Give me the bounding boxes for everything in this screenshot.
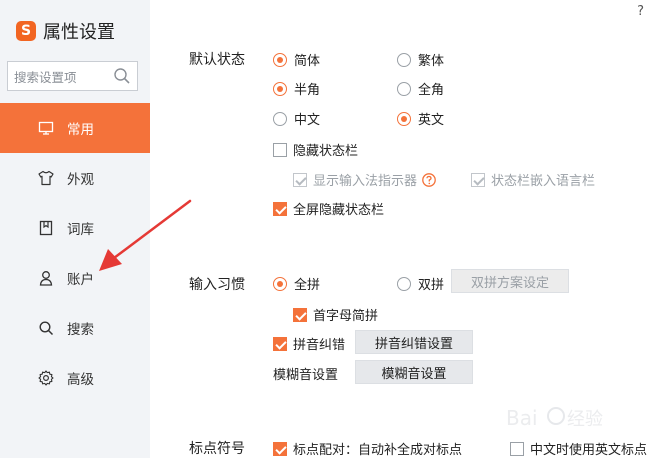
sidebar-item-label: 词库 [67,222,94,238]
sidebar-item-label: 搜索 [67,322,94,338]
checkbox-show-indicator: 显示输入法指示器 [293,170,436,189]
sidebar-item-dictionary[interactable]: 词库 [0,203,150,253]
user-icon [39,271,53,286]
checkbox-control[interactable] [273,201,287,216]
checkbox-label: 拼音纠错 [293,338,346,353]
radio-control[interactable] [273,276,287,291]
radio-label: 简体 [294,54,321,69]
radio-control[interactable] [273,81,287,96]
checkbox-control[interactable] [293,307,307,322]
checkbox-label: 全屏隐藏状态栏 [293,203,385,218]
checkbox-fullscreen-hide[interactable]: 全屏隐藏状态栏 [273,199,384,218]
radio-traditional[interactable]: 繁体 [397,50,444,69]
svg-text:Bai: Bai [506,406,538,430]
svg-text:经验: 经验 [567,409,603,430]
app-logo: S 属性设置 [16,18,115,44]
radio-control[interactable] [397,111,411,126]
radio-double-pinyin[interactable]: 双拼 [397,274,444,293]
checkbox-label: 中文时使用英文标点 [530,443,648,458]
section-input-habit: 输入习惯 [189,277,245,293]
help-button[interactable]: ? [637,4,644,19]
radio-full-width[interactable]: 全角 [397,79,444,98]
checkbox-embed-language-bar: 状态栏嵌入语言栏 [471,170,595,189]
sidebar-item-label: 高级 [67,372,94,388]
radio-label: 双拼 [418,278,445,293]
radio-label: 半角 [294,83,321,98]
sidebar-item-account[interactable]: 账户 [0,253,150,303]
window-title: 属性设置 [43,22,115,43]
radio-control[interactable] [273,52,287,67]
checkbox-label: 首字母简拼 [313,309,379,324]
radio-control[interactable] [397,52,411,67]
radio-full-pinyin[interactable]: 全拼 [273,274,320,293]
section-default-state: 默认状态 [189,52,245,68]
checkbox-control[interactable] [510,441,524,456]
sidebar-item-label: 常用 [67,122,94,138]
radio-label: 繁体 [418,54,445,69]
sidebar-item-common[interactable]: 常用 [0,103,150,153]
section-punctuation: 标点符号 [189,441,245,457]
sidebar: S 属性设置 搜索设置项 常用 外观 词库 账户 搜索 高级 [0,0,150,458]
fuzzy-sound-label: 模糊音设置 [273,368,339,383]
fuzzy-sound-settings-button[interactable]: 模糊音设置 [355,360,473,384]
checkbox-control[interactable] [273,142,287,157]
checkbox-initial-abbrev[interactable]: 首字母简拼 [293,305,378,324]
sidebar-item-search[interactable]: 搜索 [0,303,150,353]
radio-chinese[interactable]: 中文 [273,109,320,128]
checkbox-control[interactable] [273,441,287,456]
radio-label: 全角 [418,83,445,98]
shirt-icon [38,170,54,186]
sidebar-item-advanced[interactable]: 高级 [0,353,150,403]
checkbox-label: 标点配对：自动补全成对标点 [293,443,463,458]
book-icon [39,220,53,236]
sidebar-item-appearance[interactable]: 外观 [0,153,150,203]
checkbox-control [293,172,307,187]
radio-label: 中文 [294,113,321,128]
monitor-icon [38,121,54,135]
radio-simplified[interactable]: 简体 [273,50,320,69]
checkbox-hide-status-bar[interactable]: 隐藏状态栏 [273,140,358,159]
sidebar-nav: 常用 外观 词库 账户 搜索 高级 [0,103,150,403]
sogou-logo-icon: S [16,21,36,41]
radio-control[interactable] [397,276,411,291]
question-icon[interactable] [422,172,436,187]
checkbox-label: 显示输入法指示器 [313,174,418,189]
radio-control[interactable] [397,81,411,96]
search-icon[interactable] [111,65,133,87]
sidebar-item-label: 外观 [67,172,94,188]
checkbox-pinyin-correction[interactable]: 拼音纠错 [273,334,345,353]
radio-label: 全拼 [294,278,321,293]
radio-half-width[interactable]: 半角 [273,79,320,98]
checkbox-label: 状态栏嵌入语言栏 [491,174,596,189]
radio-english[interactable]: 英文 [397,109,444,128]
search-input[interactable]: 搜索设置项 [8,67,111,86]
checkbox-english-punctuation[interactable]: 中文时使用英文标点 [510,439,647,458]
gear-icon [38,370,54,386]
baidu-watermark-logo: Bai 经验 [506,406,603,430]
radio-label: 英文 [418,113,445,128]
sidebar-item-label: 账户 [67,272,94,288]
pinyin-correction-settings-button[interactable]: 拼音纠错设置 [355,330,473,354]
checkbox-control [471,172,485,187]
checkbox-control[interactable] [273,336,287,351]
checkbox-label: 隐藏状态栏 [293,144,359,159]
checkbox-auto-pair[interactable]: 标点配对：自动补全成对标点 [273,439,462,458]
radio-control[interactable] [273,111,287,126]
double-pinyin-settings-button[interactable]: 双拼方案设定 [451,269,569,293]
search-icon [39,321,54,336]
search-box[interactable]: 搜索设置项 [7,61,138,91]
